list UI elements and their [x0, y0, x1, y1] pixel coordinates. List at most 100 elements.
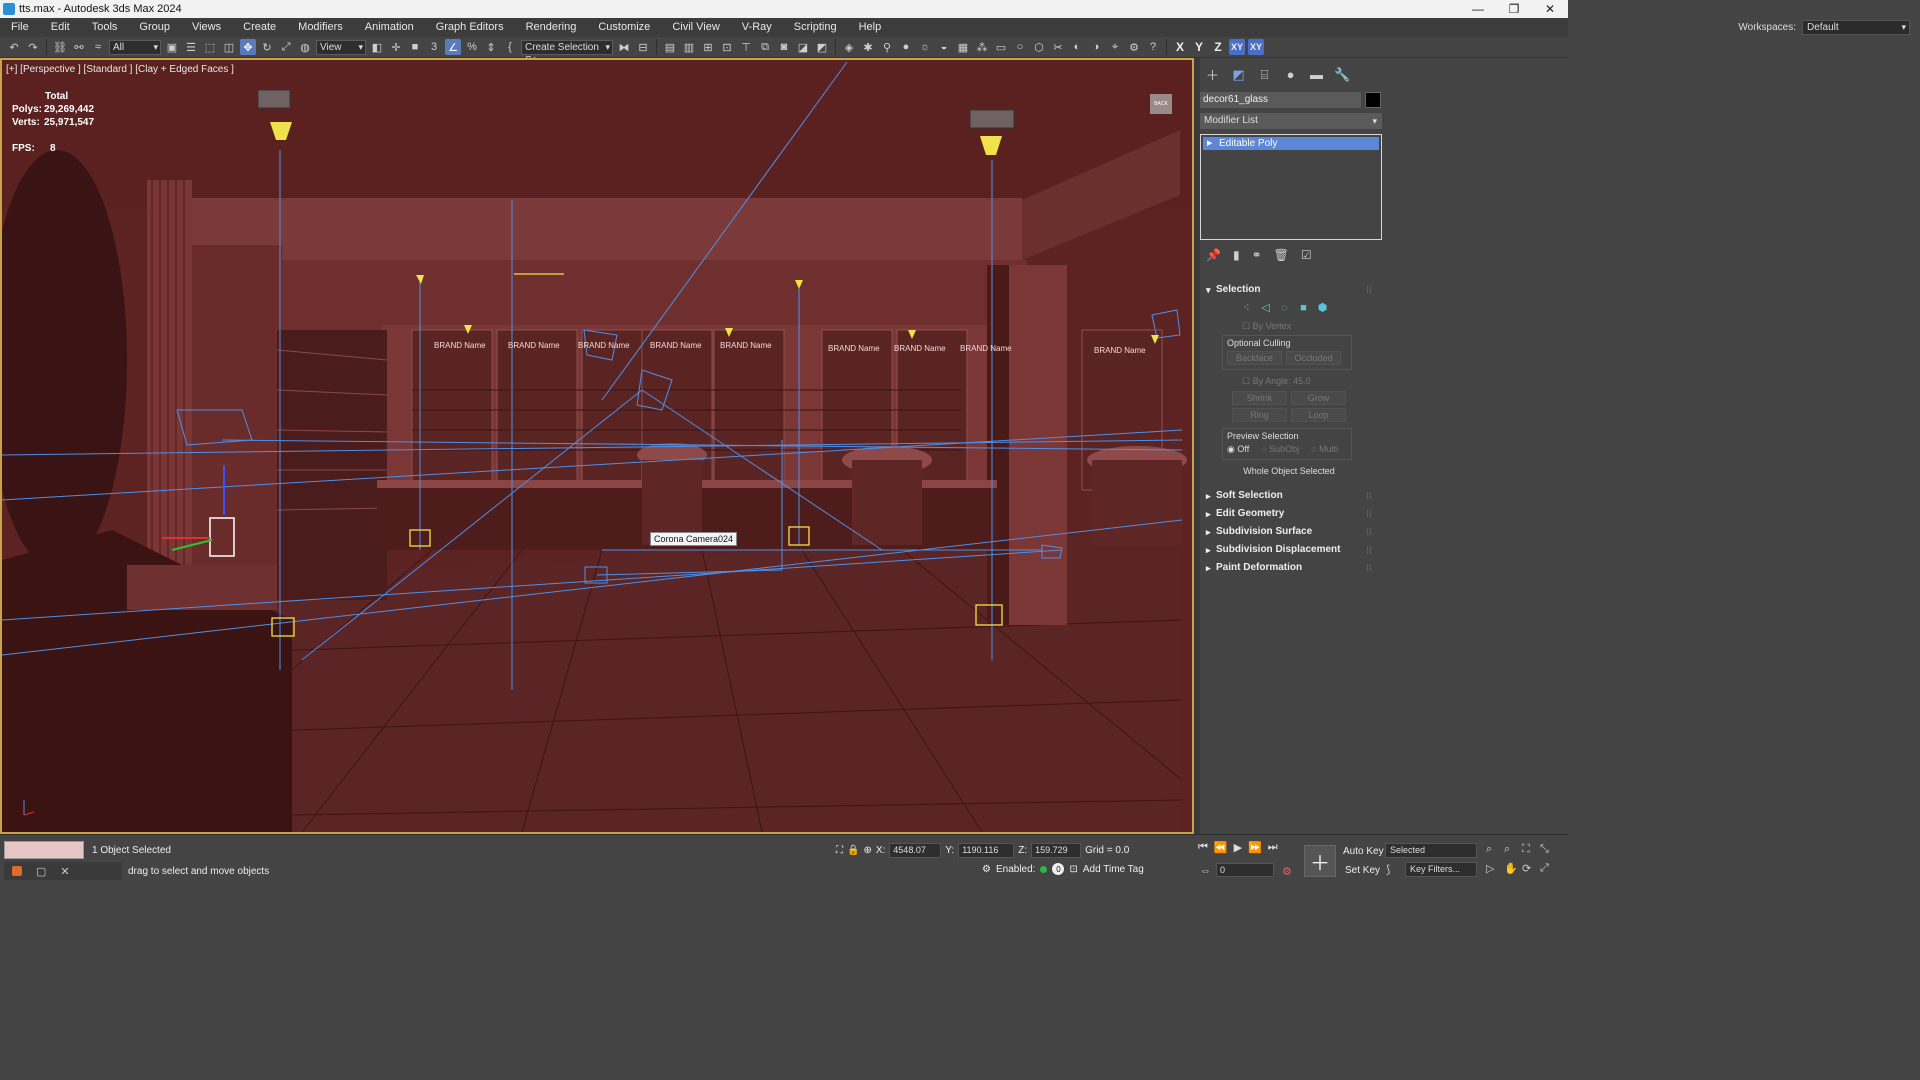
- percent-snap-icon[interactable]: %: [464, 39, 480, 55]
- select-by-name-icon[interactable]: ☰: [183, 39, 199, 55]
- make-unique-icon[interactable]: ⚭: [1252, 248, 1262, 262]
- subdivision-displacement-rollout[interactable]: Subdivision Displacement ⁞⁞: [1202, 542, 1376, 558]
- menu-customize[interactable]: Customize: [587, 18, 661, 37]
- drag-handle-icon[interactable]: ⁞⁞: [1366, 542, 1372, 558]
- vray-settings-icon[interactable]: ⚙: [1126, 39, 1142, 55]
- menu-graph-editors[interactable]: Graph Editors: [425, 18, 515, 37]
- menu-modifiers[interactable]: Modifiers: [287, 18, 354, 37]
- axis-z-button[interactable]: Z: [1210, 39, 1226, 55]
- previous-frame-icon[interactable]: ⏪: [1214, 841, 1228, 854]
- grow-button[interactable]: Grow: [1291, 391, 1346, 405]
- viewcube[interactable]: BACK: [1150, 94, 1172, 114]
- key-filters-button[interactable]: Key Filters...: [1405, 862, 1477, 877]
- set-keys-button[interactable]: ＋: [1304, 845, 1336, 877]
- vray-fur-icon[interactable]: ⁂: [974, 39, 990, 55]
- vray-toon-icon[interactable]: ◑: [1088, 39, 1104, 55]
- scale-icon[interactable]: ⤢: [278, 39, 294, 55]
- render-iterative-icon[interactable]: ◩: [814, 39, 830, 55]
- vray-help-icon[interactable]: ?: [1145, 39, 1161, 55]
- curve-editor-icon[interactable]: ⊞: [700, 39, 716, 55]
- pivot-center-icon[interactable]: ◧: [369, 39, 385, 55]
- modifier-list-dropdown[interactable]: Modifier List: [1200, 113, 1382, 129]
- menu-scripting[interactable]: Scripting: [783, 18, 848, 37]
- field-of-view-icon[interactable]: ▷: [1486, 862, 1504, 875]
- perspective-viewport[interactable]: BRAND Name BRAND Name BRAND Name BRAND N…: [0, 58, 1194, 834]
- menu-tools[interactable]: Tools: [81, 18, 129, 37]
- vray-sphere-light-icon[interactable]: ●: [898, 39, 914, 55]
- vray-sun-icon[interactable]: ☼: [917, 39, 933, 55]
- placement-icon[interactable]: ◍: [297, 39, 313, 55]
- vray-dome-icon[interactable]: ◒: [936, 39, 952, 55]
- selection-filter-select[interactable]: All: [109, 39, 161, 55]
- drag-handle-icon[interactable]: ⁞⁞: [1366, 560, 1372, 576]
- y-coordinate-field[interactable]: 1190.116: [958, 843, 1015, 858]
- zoom-extents-icon[interactable]: ⛶: [1522, 843, 1540, 856]
- maxscript-listener[interactable]: [4, 841, 84, 859]
- add-time-tag[interactable]: Add Time Tag: [1083, 864, 1144, 875]
- vray-proxy-icon[interactable]: ▦: [955, 39, 971, 55]
- vray-ies-icon[interactable]: ⚲: [879, 39, 895, 55]
- rect-selection-icon[interactable]: ⬚: [202, 39, 218, 55]
- next-frame-icon[interactable]: ⏩: [1248, 841, 1262, 854]
- reference-coordinate-select[interactable]: View: [316, 39, 366, 55]
- move-icon[interactable]: ✥: [240, 39, 256, 55]
- axis-x-button[interactable]: X: [1172, 39, 1188, 55]
- workspace-select[interactable]: Default: [1802, 20, 1910, 35]
- drag-handle-icon[interactable]: ⁞⁞: [1366, 282, 1372, 298]
- schematic-view-icon[interactable]: ⊡: [719, 39, 735, 55]
- vray-frame-buffer-icon[interactable]: ◈: [841, 39, 857, 55]
- x-coordinate-field[interactable]: 4548.07: [889, 843, 942, 858]
- rotate-icon[interactable]: ↻: [259, 39, 275, 55]
- vray-mesh-icon[interactable]: ⬡: [1031, 39, 1047, 55]
- paint-deformation-rollout[interactable]: Paint Deformation ⁞⁞: [1202, 560, 1376, 576]
- key-mode-select[interactable]: Selected: [1385, 843, 1477, 858]
- menu-create[interactable]: Create: [232, 18, 287, 37]
- menu-animation[interactable]: Animation: [354, 18, 425, 37]
- viewport-label[interactable]: [+] [Perspective ] [Standard ] [Clay + E…: [6, 64, 234, 75]
- vertex-level-icon[interactable]: ⁖: [1240, 301, 1253, 314]
- time-config-icon[interactable]: ⚙: [1282, 865, 1292, 878]
- vray-decal-icon[interactable]: ◐: [1069, 39, 1085, 55]
- redo-icon[interactable]: ↷: [25, 39, 41, 55]
- subdivision-surface-rollout[interactable]: Subdivision Surface ⁞⁞: [1202, 524, 1376, 540]
- mirror-icon[interactable]: ⧓: [616, 39, 632, 55]
- go-to-end-icon[interactable]: ⏭: [1268, 841, 1278, 854]
- vray-camera-icon[interactable]: ⌖: [1107, 39, 1123, 55]
- by-angle-value[interactable]: 45.0: [1293, 376, 1311, 386]
- link-icon[interactable]: ⛓: [52, 39, 68, 55]
- set-key-button[interactable]: Set Key: [1345, 865, 1380, 876]
- object-name-field[interactable]: decor61_glass: [1200, 92, 1361, 108]
- pan-icon[interactable]: ✋: [1504, 862, 1522, 875]
- hierarchy-tab-icon[interactable]: ⌸: [1257, 67, 1272, 82]
- unlink-icon[interactable]: ⚯: [71, 39, 87, 55]
- layer-explorer-icon[interactable]: ▤: [662, 39, 678, 55]
- menu-help[interactable]: Help: [848, 18, 893, 37]
- zoom-icon[interactable]: ⌕: [1486, 843, 1504, 856]
- menu-views[interactable]: Views: [181, 18, 232, 37]
- stack-item-editable-poly[interactable]: Editable Poly: [1203, 137, 1379, 150]
- preview-off-radio[interactable]: ◉ Off: [1227, 444, 1249, 455]
- current-frame-field[interactable]: 0: [1216, 863, 1274, 877]
- maximize-viewport-icon[interactable]: ⤢: [1540, 862, 1558, 875]
- render-setup-icon[interactable]: ⧉: [757, 39, 773, 55]
- time-tag-icon[interactable]: ⊡: [1069, 864, 1077, 875]
- drag-handle-icon[interactable]: ⁞⁞: [1366, 524, 1372, 540]
- modify-tab-icon[interactable]: ◩: [1231, 67, 1246, 82]
- show-end-result-icon[interactable]: ▮: [1233, 248, 1240, 262]
- key-tangent-icon[interactable]: ⟆: [1386, 863, 1390, 876]
- menu-file[interactable]: File: [0, 18, 40, 37]
- snaps-toggle-icon[interactable]: 3: [426, 39, 442, 55]
- vray-clipper-icon[interactable]: ✂: [1050, 39, 1066, 55]
- soft-selection-rollout[interactable]: Soft Selection ⁞⁞: [1202, 488, 1376, 504]
- menu-civil-view[interactable]: Civil View: [661, 18, 730, 37]
- zoom-extents-all-icon[interactable]: ⤡: [1540, 843, 1558, 856]
- vray-plane-icon[interactable]: ▭: [993, 39, 1009, 55]
- motion-tab-icon[interactable]: ●: [1283, 67, 1298, 82]
- bind-spacewarp-icon[interactable]: ≈: [90, 39, 106, 55]
- lock-selection-icon[interactable]: 🔒: [847, 845, 859, 856]
- z-coordinate-field[interactable]: 159.729: [1031, 843, 1082, 858]
- menu-group[interactable]: Group: [128, 18, 181, 37]
- keyboard-shortcut-icon[interactable]: ■: [407, 39, 423, 55]
- vray-sphere-icon[interactable]: ○: [1012, 39, 1028, 55]
- orbit-icon[interactable]: ⟳: [1522, 862, 1540, 875]
